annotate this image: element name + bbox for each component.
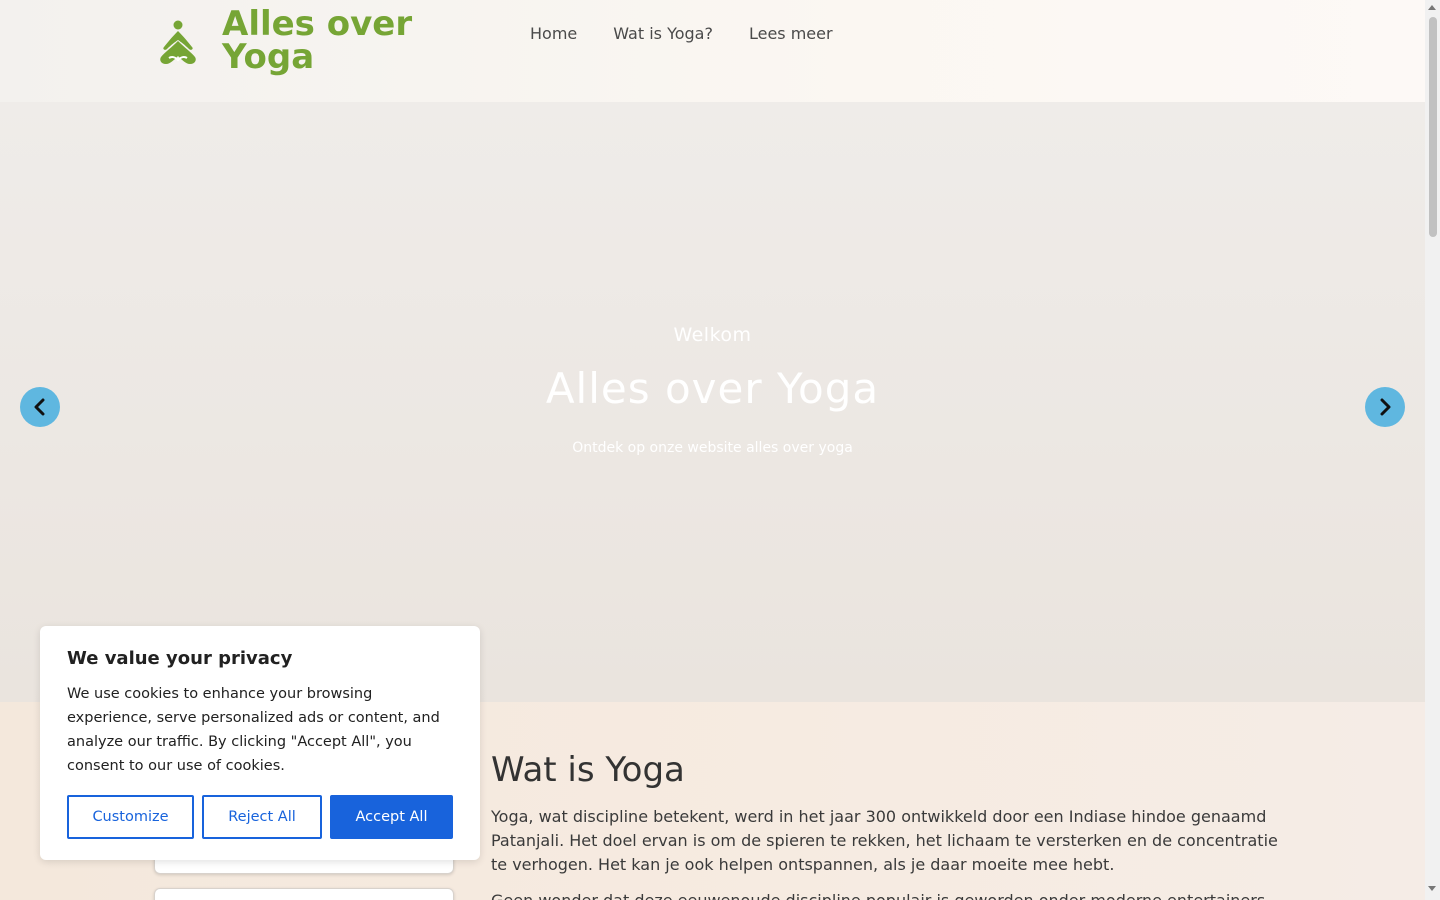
chevron-left-icon xyxy=(34,398,45,416)
chevron-right-icon xyxy=(1380,398,1391,416)
cookie-consent-banner: We value your privacy We use cookies to … xyxy=(40,626,480,860)
cookie-title: We value your privacy xyxy=(67,648,293,669)
scroll-up-arrow-icon[interactable] xyxy=(1428,5,1436,10)
slider-next-button[interactable] xyxy=(1365,387,1405,427)
nav-item-lees-meer[interactable]: Lees meer xyxy=(749,22,833,46)
scrollbar[interactable] xyxy=(1425,0,1440,900)
section-paragraph: Yoga, wat discipline betekent, werd in h… xyxy=(491,807,1278,874)
hero-slider: Welkom Alles over Yoga Ontdek op onze we… xyxy=(0,102,1425,702)
section-paragraph: Geen wonder dat deze eeuwenoude discipli… xyxy=(491,889,1291,900)
nav-item-home[interactable]: Home xyxy=(530,22,577,46)
site-header: Alles over Yoga Home Wat is Yoga? Lees m… xyxy=(0,0,1425,102)
site-title[interactable]: Alles over Yoga xyxy=(222,7,452,74)
page: Alles over Yoga Home Wat is Yoga? Lees m… xyxy=(0,0,1425,900)
main-nav: Home Wat is Yoga? Lees meer xyxy=(530,22,833,46)
cookie-text: We use cookies to enhance your browsing … xyxy=(67,686,440,774)
reject-all-button[interactable]: Reject All xyxy=(202,795,322,839)
section-heading: Wat is Yoga xyxy=(491,750,685,790)
customize-button[interactable]: Customize xyxy=(67,795,194,839)
nav-item-wat-is-yoga[interactable]: Wat is Yoga? xyxy=(613,22,713,46)
sidebar-card[interactable] xyxy=(154,888,454,900)
slider-prev-button[interactable] xyxy=(20,387,60,427)
hero-title: Alles over Yoga xyxy=(545,364,880,413)
yoga-lotus-icon[interactable] xyxy=(157,20,199,68)
scroll-down-arrow-icon[interactable] xyxy=(1428,886,1436,891)
hero-eyebrow: Welkom xyxy=(673,324,752,346)
accept-all-button[interactable]: Accept All xyxy=(330,795,453,839)
scrollbar-thumb[interactable] xyxy=(1429,17,1437,237)
hero-subtitle: Ontdek op onze website alles over yoga xyxy=(572,440,853,456)
